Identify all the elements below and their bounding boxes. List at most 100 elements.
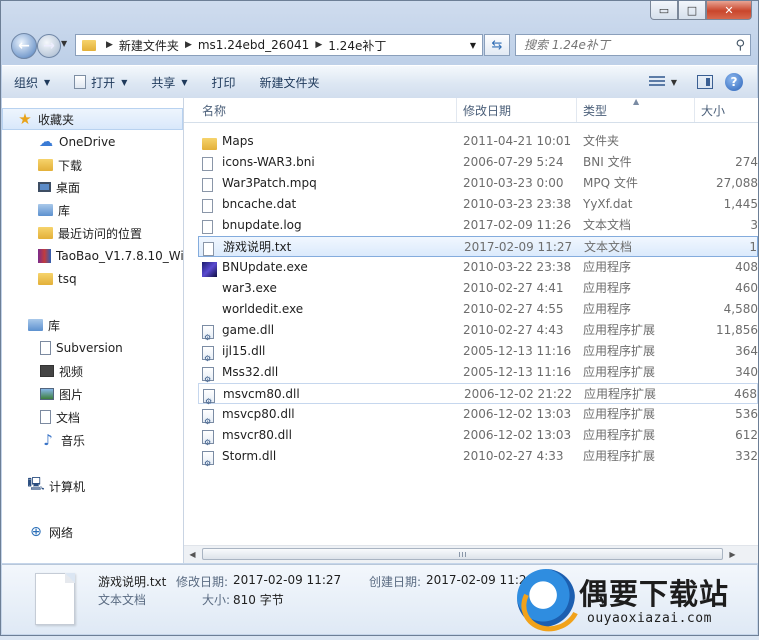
- chevron-down-icon: ▼: [181, 77, 188, 87]
- maximize-button[interactable]: □: [678, 1, 706, 20]
- file-type: 文本文档: [584, 240, 633, 254]
- sidebar-item-label: 音乐: [61, 433, 86, 448]
- open-menu[interactable]: 打开 ▼: [62, 70, 139, 94]
- search-input[interactable]: [522, 37, 726, 53]
- file-date: 2010-02-27 4:43: [463, 323, 564, 337]
- file-list-pane: 名称 修改日期 类型 ▲ 大小 Maps 2011-04-21 10:01 文件夹 i…: [184, 98, 758, 563]
- file-row[interactable]: icons-WAR3.bni 2006-07-29 5:24 BNI 文件 274: [198, 152, 758, 173]
- file-type: BNI 文件: [583, 155, 632, 169]
- sidebar-item-label: 网络: [49, 525, 74, 540]
- column-header-name[interactable]: 名称: [196, 98, 457, 122]
- file-date: 2005-12-13 11:16: [463, 365, 572, 379]
- column-header-type[interactable]: 类型 ▲: [577, 98, 695, 122]
- dll-icon: [203, 389, 215, 412]
- file-date: 2006-12-02 21:22: [464, 387, 573, 401]
- sidebar-item-libraries[interactable]: 库: [2, 314, 183, 336]
- folder-icon: [38, 273, 53, 285]
- sidebar-item-recent[interactable]: 最近访问的位置: [2, 222, 183, 244]
- share-menu[interactable]: 共享 ▼: [139, 70, 199, 94]
- file-row[interactable]: ijl15.dll 2005-12-13 11:16 应用程序扩展 364: [198, 341, 758, 369]
- sidebar-item-onedrive[interactable]: ☁ OneDrive: [2, 131, 183, 153]
- sidebar-item-library-fav[interactable]: 库: [2, 199, 183, 221]
- column-header-label: 类型: [583, 103, 608, 118]
- navigation-pane: ★ 收藏夹 ☁ OneDrive 下载 桌面 库 最近访问的位置 TaoBao_V1…: [2, 98, 184, 563]
- file-row[interactable]: Maps 2011-04-21 10:01 文件夹: [198, 131, 758, 152]
- recent-pages-dropdown[interactable]: ▼: [61, 39, 67, 48]
- preview-pane-button[interactable]: [697, 75, 713, 89]
- file-row[interactable]: bncache.dat 2010-03-23 23:38 YyXf.dat 1,445: [198, 194, 758, 215]
- sidebar-item-computer[interactable]: 🖳 计算机: [2, 475, 183, 497]
- file-row[interactable]: msvcr80.dll 2006-12-02 13:03 应用程序扩展 612: [198, 425, 758, 453]
- column-header-size[interactable]: 大小: [695, 98, 758, 122]
- sidebar-item-tsq[interactable]: tsq: [2, 268, 183, 290]
- search-icon[interactable]: ⚲: [735, 38, 745, 53]
- sidebar-item-desktop[interactable]: 桌面: [2, 176, 183, 198]
- file-type: 应用程序扩展: [583, 365, 656, 379]
- file-row[interactable]: game.dll 2010-02-27 4:43 应用程序扩展 11,856: [198, 320, 758, 348]
- file-row[interactable]: War3Patch.mpq 2010-03-23 0:00 MPQ 文件 27,088: [198, 173, 758, 194]
- chevron-right-icon[interactable]: ▶: [185, 40, 192, 50]
- arrow-left-icon: ←: [18, 38, 30, 54]
- chevron-right-icon[interactable]: ▶: [315, 40, 322, 50]
- file-row-selected[interactable]: 游戏说明.txt 2017-02-09 11:27 文本文档 1: [198, 236, 758, 257]
- help-button[interactable]: ?: [725, 73, 743, 91]
- sidebar-item-music[interactable]: ♪ 音乐: [2, 429, 183, 451]
- text-file-icon: [202, 220, 213, 234]
- file-date: 2010-02-27 4:55: [463, 302, 564, 316]
- scrollbar-thumb[interactable]: [202, 548, 723, 560]
- sidebar-item-favorites[interactable]: ★ 收藏夹: [2, 108, 183, 130]
- address-history-dropdown[interactable]: ▼: [470, 41, 476, 50]
- chevron-right-icon[interactable]: ▶: [106, 40, 113, 50]
- file-name: bnupdate.log: [222, 218, 302, 232]
- file-size: 536: [735, 407, 758, 421]
- breadcrumb-item[interactable]: ms1.24ebd_26041: [198, 38, 309, 52]
- sidebar-item-network[interactable]: ⊕ 网络: [2, 521, 183, 543]
- sidebar-item-downloads[interactable]: 下载: [2, 154, 183, 176]
- organize-menu[interactable]: 组织 ▼: [2, 70, 62, 94]
- file-row[interactable]: msvcp80.dll 2006-12-02 13:03 应用程序扩展 536: [198, 404, 758, 432]
- scroll-left-icon[interactable]: ◀: [184, 546, 201, 563]
- change-view-icon[interactable]: [648, 76, 665, 88]
- file-date: 2011-04-21 10:01: [463, 134, 572, 148]
- chevron-down-icon[interactable]: ▼: [671, 78, 677, 87]
- back-button[interactable]: ←: [11, 33, 37, 59]
- forward-button[interactable]: →: [37, 34, 61, 58]
- refresh-button[interactable]: ⇆: [484, 34, 510, 56]
- file-row[interactable]: bnupdate.log 2017-02-09 11:26 文本文档 3: [198, 215, 758, 236]
- scroll-right-icon[interactable]: ▶: [724, 546, 741, 563]
- horizontal-scrollbar[interactable]: ◀ ▶: [184, 545, 758, 563]
- file-row[interactable]: Mss32.dll 2005-12-13 11:16 应用程序扩展 340: [198, 362, 758, 390]
- sort-ascending-icon: ▲: [633, 98, 640, 106]
- notepad-icon: [74, 75, 87, 89]
- file-size: 468: [734, 387, 757, 401]
- open-label: 打开: [91, 75, 116, 90]
- file-type: 应用程序扩展: [583, 344, 656, 358]
- file-row[interactable]: worldedit.exe 2010-02-27 4:55 应用程序 4,580: [198, 299, 758, 320]
- print-button[interactable]: 打印: [200, 70, 248, 94]
- new-folder-button[interactable]: 新建文件夹: [248, 70, 332, 94]
- file-row[interactable]: war3.exe 2010-02-27 4:41 应用程序 460: [198, 278, 758, 299]
- minimize-button[interactable]: ▭: [650, 1, 678, 20]
- file-type: YyXf.dat: [583, 197, 633, 211]
- file-type: 应用程序: [583, 260, 632, 274]
- breadcrumb-item[interactable]: 新建文件夹: [119, 37, 179, 54]
- sidebar-item-subversion[interactable]: Subversion: [2, 337, 183, 359]
- breadcrumb-item[interactable]: 1.24e补丁: [328, 37, 386, 54]
- sidebar-item-taobao[interactable]: TaoBao_V1.7.8.10_Wi: [2, 245, 183, 267]
- sidebar-item-videos[interactable]: 视频: [2, 360, 183, 382]
- file-row[interactable]: Storm.dll 2010-02-27 4:33 应用程序扩展 332: [198, 446, 758, 474]
- file-type: 应用程序: [583, 302, 632, 316]
- file-size: 4,580: [723, 302, 758, 316]
- watermark-logo: 偶要下载站 ouyaoxiazai.com: [513, 567, 757, 640]
- file-type: 文本文档: [583, 218, 632, 232]
- file-row-hover[interactable]: msvcm80.dll 2006-12-02 21:22 应用程序扩展 468: [198, 383, 758, 412]
- file-row[interactable]: BNUpdate.exe 2010-03-22 23:38 应用程序 408: [198, 257, 758, 278]
- sidebar-item-label: 桌面: [56, 180, 81, 195]
- close-button[interactable]: ✕: [706, 1, 752, 20]
- onedrive-icon: ☁: [39, 134, 53, 150]
- sidebar-item-pictures[interactable]: 图片: [2, 383, 183, 405]
- column-header-date[interactable]: 修改日期: [457, 98, 577, 122]
- file-icon: [202, 178, 213, 192]
- address-bar[interactable]: ▶ 新建文件夹 ▶ ms1.24ebd_26041 ▶ 1.24e补丁 ▼: [75, 34, 483, 56]
- sidebar-item-documents[interactable]: 文档: [2, 406, 183, 428]
